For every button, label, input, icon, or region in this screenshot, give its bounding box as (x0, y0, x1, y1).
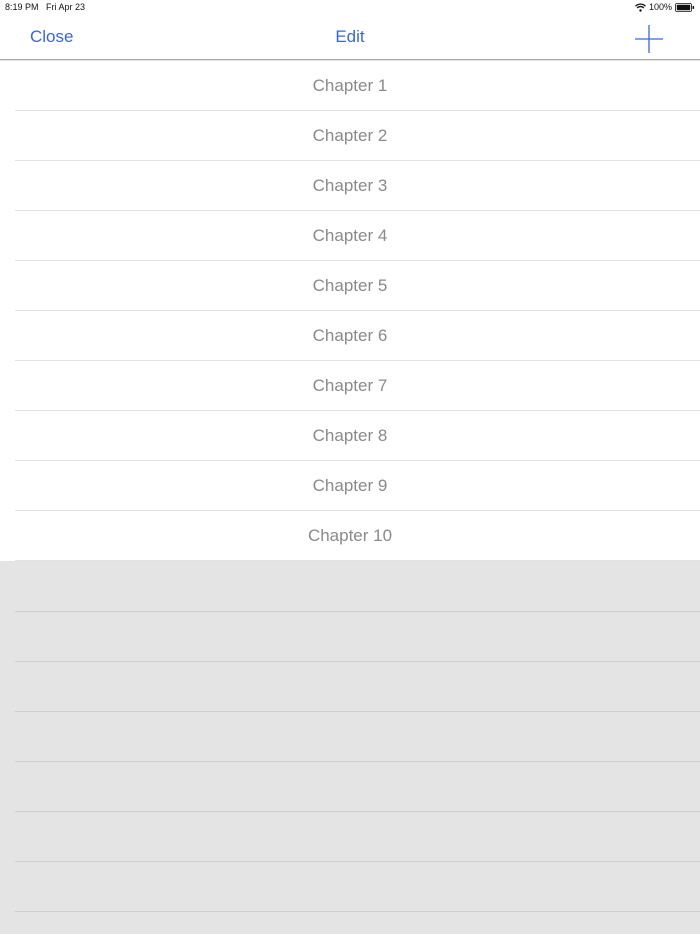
chapter-item-1[interactable]: Chapter 1 (0, 61, 700, 111)
chapter-label: Chapter 6 (312, 326, 388, 345)
add-button[interactable] (634, 24, 664, 54)
empty-row-divider (15, 911, 700, 912)
page-title: Edit (335, 27, 365, 46)
chapter-label: Chapter 1 (312, 76, 388, 95)
empty-row-divider (15, 611, 700, 612)
chapter-label: Chapter 9 (312, 476, 388, 495)
empty-list-area (0, 561, 700, 934)
plus-icon (635, 25, 663, 53)
battery-percent: 100% (648, 2, 672, 12)
empty-row-divider (15, 761, 700, 762)
chapter-item-2[interactable]: Chapter 2 (0, 111, 700, 161)
chapter-item-10[interactable]: Chapter 10 (0, 511, 700, 561)
battery-icon (675, 2, 695, 12)
chapter-list: Chapter 1 Chapter 2 Chapter 3 Chapter 4 … (0, 61, 700, 561)
navigation-bar: Close Edit (0, 14, 700, 60)
chapter-label: Chapter 7 (312, 376, 388, 395)
chapter-item-7[interactable]: Chapter 7 (0, 361, 700, 411)
empty-row-divider (15, 861, 700, 862)
status-bar: 8:19 PM Fri Apr 23 100% (0, 0, 700, 14)
chapter-label: Chapter 2 (312, 126, 388, 145)
chapter-item-5[interactable]: Chapter 5 (0, 261, 700, 311)
status-date: Fri Apr 23 (46, 2, 86, 12)
empty-row-divider (15, 711, 700, 712)
chapter-item-9[interactable]: Chapter 9 (0, 461, 700, 511)
chapter-item-3[interactable]: Chapter 3 (0, 161, 700, 211)
chapter-item-8[interactable]: Chapter 8 (0, 411, 700, 461)
wifi-icon (635, 2, 646, 12)
chapter-label: Chapter 10 (307, 526, 393, 545)
chapter-label: Chapter 8 (312, 426, 388, 445)
status-time: 8:19 PM (5, 2, 39, 12)
empty-row-divider (15, 811, 700, 812)
empty-row-divider (15, 661, 700, 662)
chapter-item-6[interactable]: Chapter 6 (0, 311, 700, 361)
chapter-label: Chapter 4 (312, 226, 388, 245)
chapter-label: Chapter 5 (312, 276, 388, 295)
chapter-item-4[interactable]: Chapter 4 (0, 211, 700, 261)
chapter-label: Chapter 3 (312, 176, 388, 195)
